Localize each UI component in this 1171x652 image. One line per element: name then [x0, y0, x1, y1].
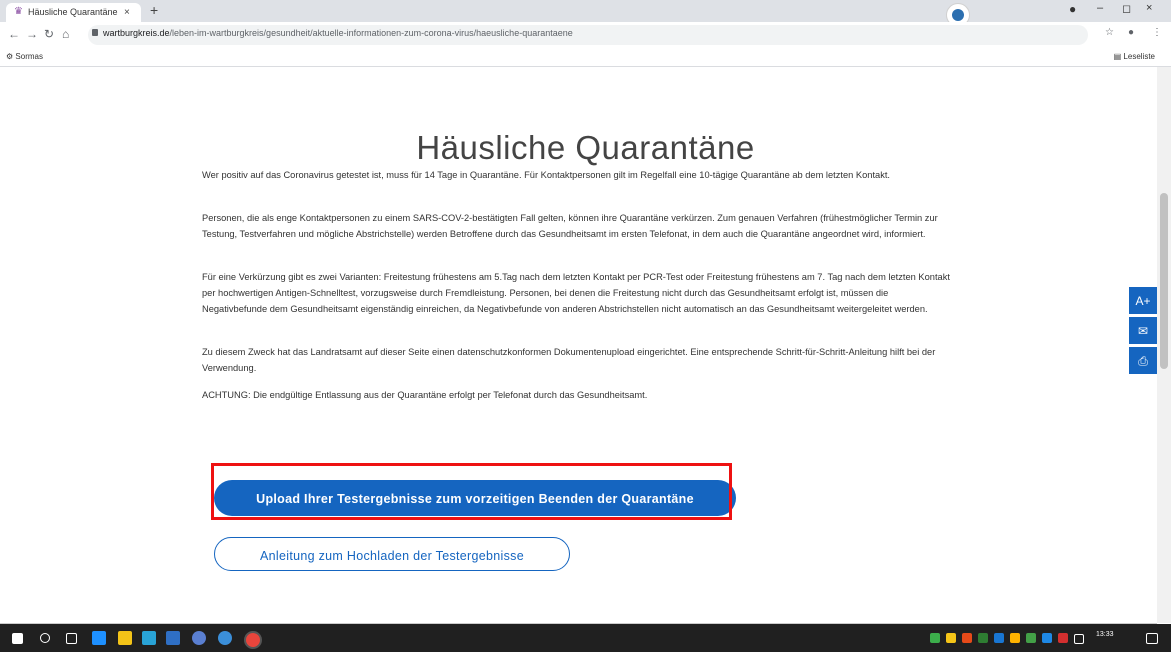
app-icon-2[interactable] [166, 631, 180, 645]
bookmarks-bar: ⚙ Sormas ▤ Leseliste [0, 48, 1171, 67]
menu-dots-icon[interactable]: ⋮ [1152, 27, 1162, 38]
browser-tab[interactable]: ♛ Häusliche Quarantäne » Wartbur × [6, 3, 141, 22]
tray-icon-1[interactable] [930, 633, 940, 643]
task-view-icon[interactable] [66, 633, 77, 644]
font-size-button[interactable]: A+ [1129, 287, 1157, 315]
tray-icon-8[interactable] [1042, 633, 1052, 643]
url-text[interactable]: wartburgkreis.de/leben-im-wartburgkreis/… [103, 28, 573, 38]
lock-icon[interactable] [92, 29, 98, 36]
app-icon-4[interactable] [218, 631, 232, 645]
navigation-bar: ← → ↻ ⌂ wartburgkreis.de/leben-im-wartbu… [0, 22, 1171, 48]
windows-start-icon[interactable] [12, 633, 23, 644]
close-window-button[interactable]: × [1146, 2, 1152, 14]
notification-icon[interactable] [1146, 633, 1158, 644]
reading-list-button[interactable]: ▤ Leseliste [1114, 52, 1155, 61]
paragraph-4: Zu diesem Zweck hat das Landratsamt auf … [202, 347, 936, 373]
tray-icon-7[interactable] [1026, 633, 1036, 643]
chrome-icon[interactable] [244, 631, 262, 649]
reload-icon[interactable]: ↻ [44, 27, 54, 41]
mail-icon[interactable]: ✉ [1129, 317, 1157, 345]
tab-close-icon[interactable]: × [124, 3, 130, 22]
home-icon[interactable]: ⌂ [62, 27, 69, 41]
tab-title: Häusliche Quarantäne » Wartbur [28, 7, 120, 17]
site-favicon-icon: ♛ [14, 6, 23, 17]
paragraph-1: Wer positiv auf das Coronavirus getestet… [202, 170, 891, 180]
print-icon[interactable]: ⎙ [1129, 347, 1157, 375]
windows-taskbar: 13:33 [0, 624, 1171, 652]
page-title: Häusliche Quarantäne [416, 129, 755, 166]
bookmark-sormas[interactable]: ⚙ Sormas [6, 52, 43, 61]
tray-icon-2[interactable] [946, 633, 956, 643]
app-icon-3[interactable] [192, 631, 206, 645]
page-scrollbar[interactable] [1157, 67, 1171, 623]
record-icon[interactable]: ● [1069, 2, 1076, 16]
upload-results-button[interactable]: Upload Ihrer Testergebnisse zum vorzeiti… [214, 480, 736, 516]
network-icon[interactable] [1074, 634, 1084, 644]
tray-icon-9[interactable] [1058, 633, 1068, 643]
tray-icon-3[interactable] [962, 633, 972, 643]
profile-icon[interactable]: ● [1128, 27, 1134, 38]
back-arrow-icon[interactable]: ← [8, 27, 20, 41]
search-icon[interactable] [40, 633, 50, 643]
scroll-thumb[interactable] [1160, 193, 1168, 369]
paragraph-3: Für eine Verkürzung gibt es zwei Variant… [202, 272, 950, 314]
restore-button[interactable]: ◻ [1122, 2, 1131, 15]
upload-guide-button[interactable]: Anleitung zum Hochladen der Testergebnis… [214, 537, 570, 571]
accessibility-tools: A+ ✉ ⎙ [1129, 287, 1157, 377]
tray-icon-4[interactable] [978, 633, 988, 643]
edge-icon[interactable] [92, 631, 106, 645]
forward-arrow-icon[interactable]: → [26, 27, 38, 41]
browser-chrome: ♛ Häusliche Quarantäne » Wartbur × + ● –… [0, 0, 1171, 67]
app-icon-1[interactable] [142, 631, 156, 645]
tray-icon-6[interactable] [1010, 633, 1020, 643]
new-tab-button[interactable]: + [150, 2, 158, 18]
taskbar-clock[interactable]: 13:33 [1096, 630, 1114, 639]
minimize-button[interactable]: – [1097, 2, 1103, 14]
tray-icon-5[interactable] [994, 633, 1004, 643]
paragraph-2: Personen, die als enge Kontaktpersonen z… [202, 213, 938, 239]
paragraph-5: ACHTUNG: Die endgültige Entlassung aus d… [202, 390, 648, 400]
file-explorer-icon[interactable] [118, 631, 132, 645]
bookmark-star-icon[interactable]: ☆ [1105, 27, 1114, 38]
tab-strip: ♛ Häusliche Quarantäne » Wartbur × + ● –… [0, 0, 1171, 27]
page-content: Häusliche Quarantäne Wer positiv auf das… [0, 67, 1157, 623]
